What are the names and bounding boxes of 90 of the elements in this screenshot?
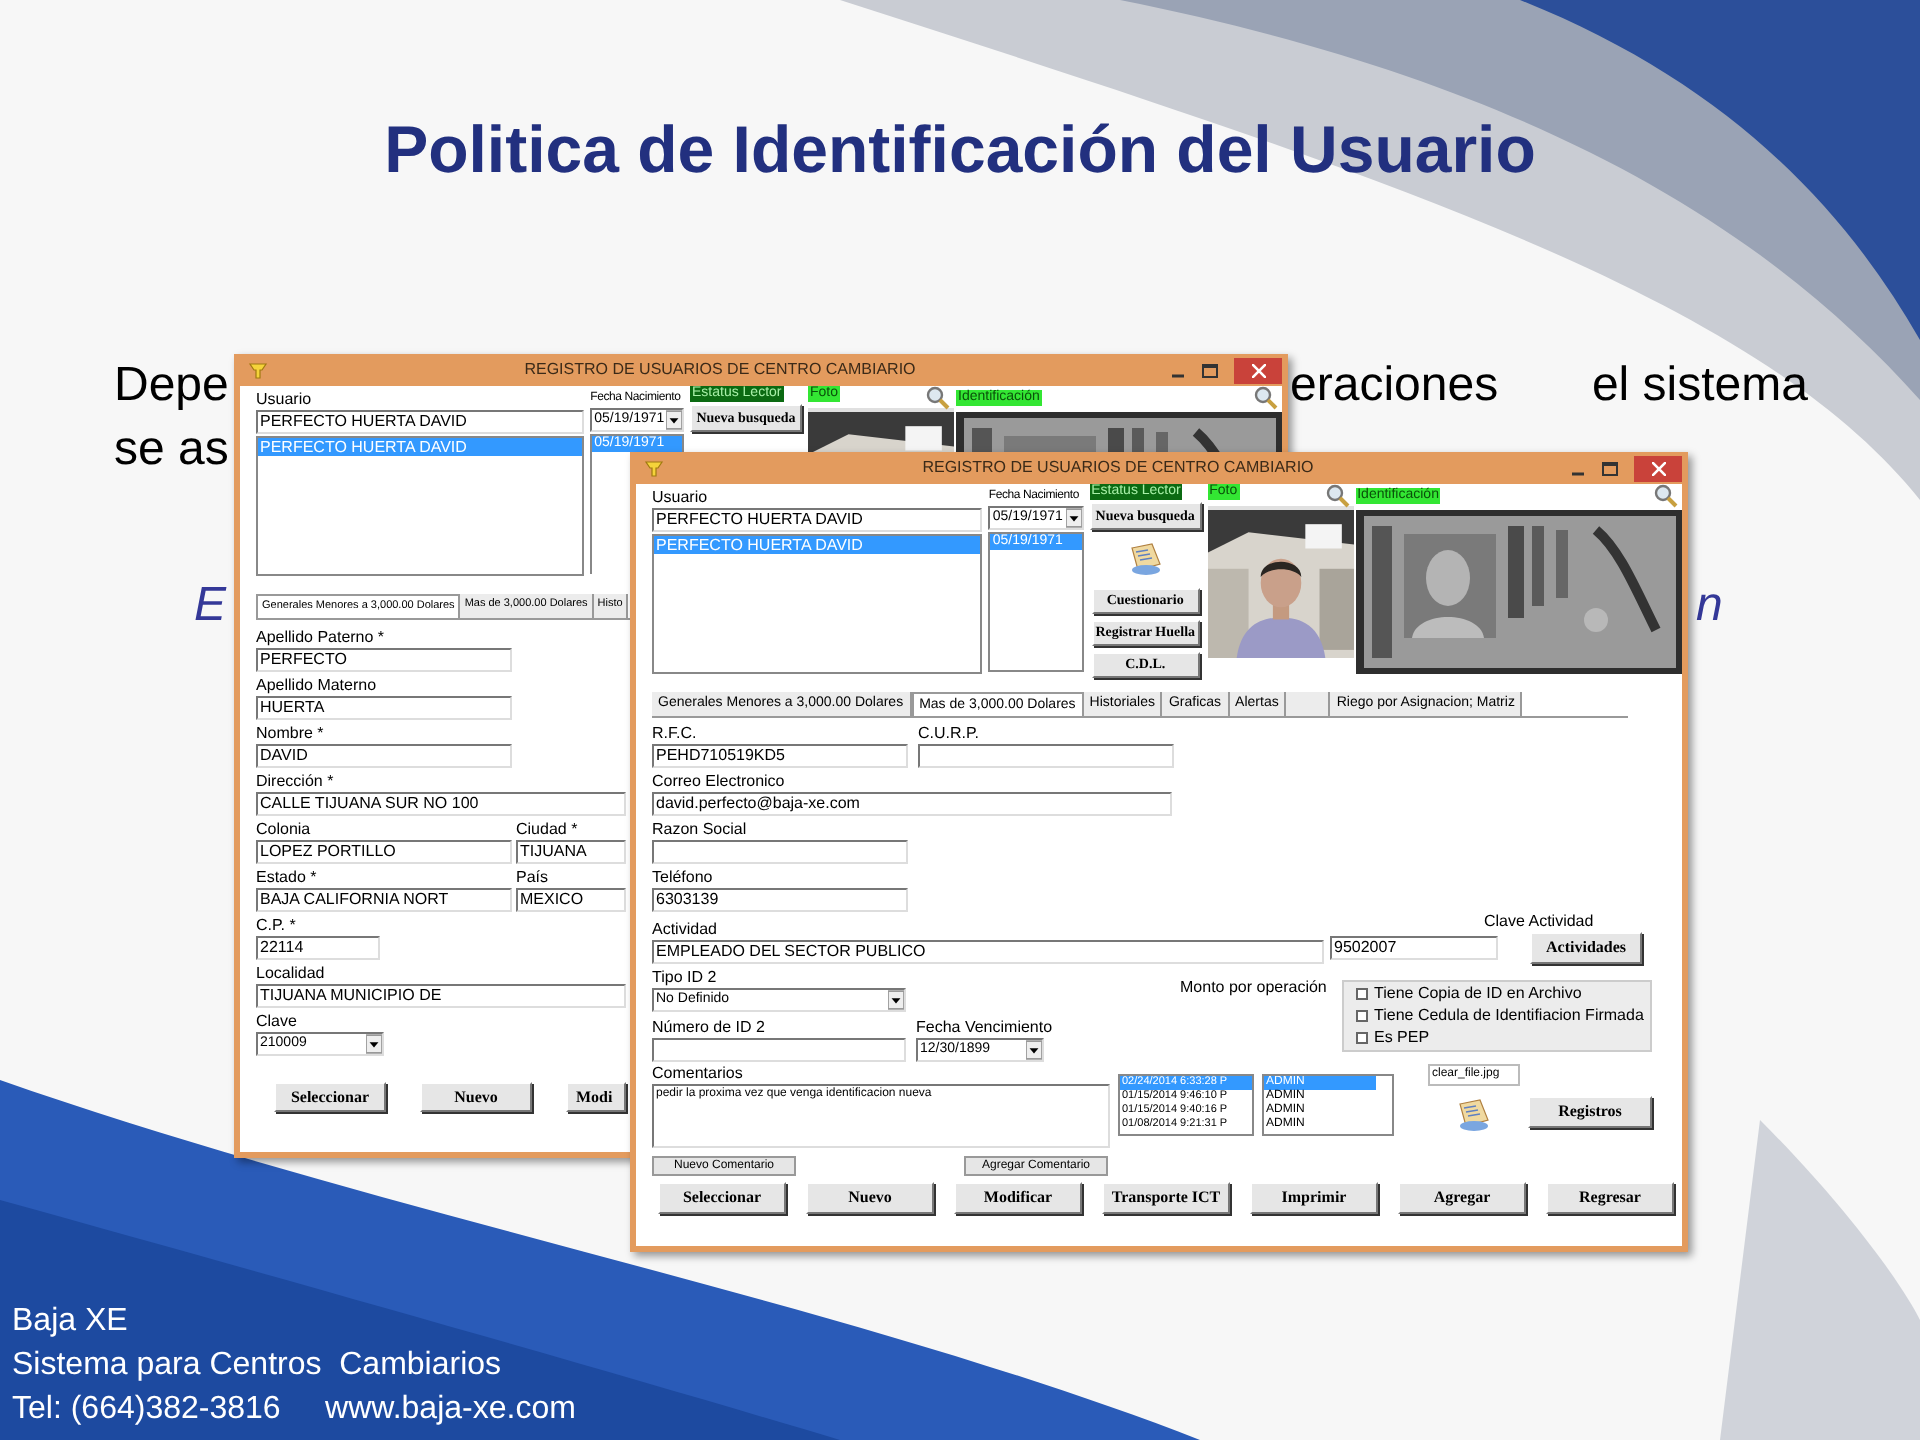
input-field[interactable]: david.perfecto@baja-xe.com (652, 792, 1172, 816)
field-label: Comentarios (652, 1062, 745, 1084)
body-text: eraciones (1290, 356, 1499, 416)
button[interactable]: Agregar (1398, 1182, 1526, 1214)
input-field[interactable]: 9502007 (1330, 936, 1498, 960)
field-label: Actividad (652, 918, 717, 940)
field-label: Correo Electronico (652, 770, 785, 792)
dropdown-arrow-icon (666, 410, 682, 430)
input-field[interactable]: HUERTA (256, 696, 512, 720)
field-label: C.P. * (256, 914, 296, 936)
window-title: REGISTRO DE USUARIOS DE CENTRO CAMBIARIO (522, 358, 918, 382)
button[interactable]: Regresar (1546, 1182, 1674, 1214)
close-icon (1251, 363, 1265, 377)
input-field[interactable]: PEHD710519KD5 (652, 744, 908, 768)
button[interactable]: Modi (566, 1082, 626, 1112)
field-label: Colonia (256, 818, 311, 840)
button[interactable]: Actividades (1530, 932, 1642, 964)
button[interactable]: Nuevo (806, 1182, 934, 1214)
close-button[interactable] (1234, 357, 1282, 383)
search-icon (1325, 484, 1350, 508)
document-icon (1454, 1096, 1494, 1132)
field-label: País (516, 866, 549, 888)
field-label: Nombre * (256, 722, 324, 744)
maximize-icon (1202, 363, 1218, 377)
field-label: Teléfono (652, 866, 713, 888)
field-label: Usuario (256, 390, 314, 410)
field-label: Estado * (256, 866, 317, 888)
body-text: se as (114, 420, 229, 480)
field-label: Razon Social (652, 818, 747, 840)
input-field[interactable]: 22114 (256, 936, 380, 960)
checkbox[interactable] (1356, 988, 1368, 1000)
input-field[interactable]: DAVID (256, 744, 512, 768)
footer-text: Baja XE (12, 1302, 130, 1342)
body-text: el sistema (1591, 356, 1808, 416)
button[interactable]: Nuevo (420, 1082, 532, 1112)
footer-text: Tel: (664)382-3816 www.baja-xe.com (12, 1390, 576, 1430)
input-field[interactable]: BAJA CALIFORNIA NORT (256, 888, 512, 912)
input-field[interactable]: 6303139 (652, 888, 908, 912)
body-text: E (194, 576, 227, 636)
app-icon (644, 458, 664, 478)
input-field[interactable]: TIJUANA MUNICIPIO DE (256, 984, 626, 1008)
checkbox-label: Tiene Cedula de Identifiacion Firmada (1374, 1006, 1644, 1026)
body-text: n (1696, 576, 1723, 636)
field-label: Apellido Materno (256, 674, 377, 696)
maximize-icon (1602, 461, 1618, 475)
body-text: Depe (114, 356, 229, 416)
input-field[interactable] (652, 1038, 906, 1062)
input-field[interactable]: CALLE TIJUANA SUR NO 100 (256, 792, 626, 816)
input-field[interactable]: TIJUANA (516, 840, 626, 864)
dropdown-arrow-icon (888, 990, 904, 1010)
close-icon (1651, 461, 1665, 475)
field-label: C.U.R.P. (918, 722, 980, 744)
dropdown-arrow-icon (1026, 1040, 1042, 1060)
field-label: Apellido Paterno * (256, 626, 385, 648)
dropdown-arrow-icon (366, 1034, 382, 1054)
checkbox[interactable] (1356, 1010, 1368, 1022)
field-label: Clave Actividad (1482, 912, 1596, 932)
search-icon (1254, 386, 1278, 410)
field-label: Usuario (652, 488, 710, 508)
input-field[interactable]: MEXICO (516, 888, 626, 912)
input-field[interactable]: LOPEZ PORTILLO (256, 840, 512, 864)
field-label: Monto por operación (1180, 976, 1329, 1000)
input-field[interactable]: PERFECTO HUERTA DAVID (256, 410, 585, 434)
button[interactable]: Transporte ICT (1102, 1182, 1230, 1214)
button[interactable]: Seleccionar (658, 1182, 786, 1214)
slide-title: Politica de Identificación del Usuario (384, 110, 1536, 190)
field-label: Fecha Vencimiento (916, 1016, 1053, 1038)
app-icon (248, 360, 268, 380)
checkbox-label: Tiene Copia de ID en Archivo (1374, 984, 1582, 1004)
close-button[interactable] (1634, 455, 1682, 481)
field-label: Tipo ID 2 (652, 966, 717, 988)
button[interactable]: Imprimir (1250, 1182, 1378, 1214)
input-field[interactable]: PERFECTO (256, 648, 512, 672)
search-icon (1654, 484, 1678, 508)
field-label: Clave (256, 1010, 297, 1032)
checkbox[interactable] (1356, 1032, 1368, 1044)
field-label: Dirección * (256, 770, 334, 792)
field-label: R.F.C. (652, 722, 697, 744)
field-label: Número de ID 2 (652, 1016, 765, 1038)
input-field[interactable]: EMPLEADO DEL SECTOR PUBLICO (652, 940, 1324, 964)
input-field[interactable] (918, 744, 1174, 768)
button[interactable]: Registros (1528, 1096, 1652, 1128)
field-label: Localidad (256, 962, 325, 984)
search-icon (926, 386, 950, 410)
field-label: Ciudad * (516, 818, 578, 840)
checkbox-label: Es PEP (1374, 1028, 1430, 1048)
input-field[interactable] (652, 840, 908, 864)
footer-text: Sistema para Centros Cambiarios (12, 1346, 504, 1386)
button[interactable]: Modificar (954, 1182, 1082, 1214)
button[interactable]: Seleccionar (274, 1082, 386, 1112)
